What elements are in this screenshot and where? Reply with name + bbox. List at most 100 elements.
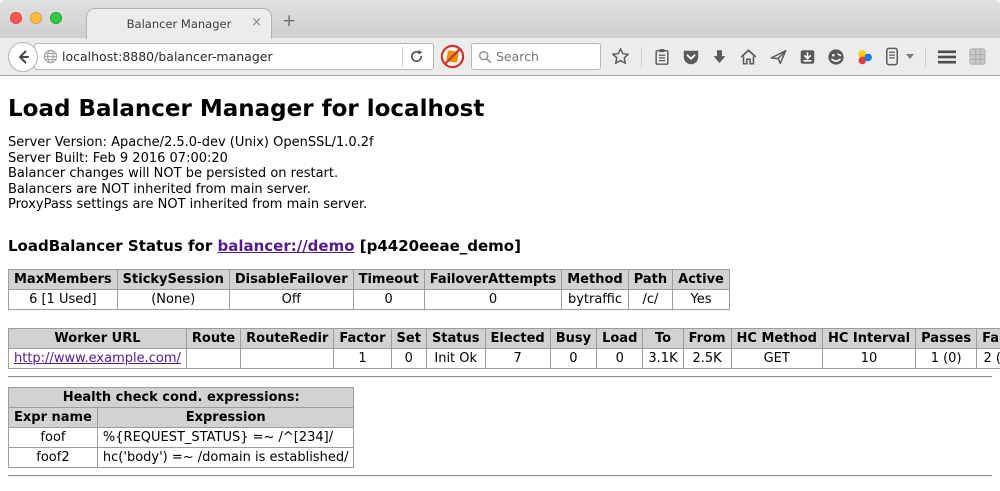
table-cell: 1 (0) — [916, 348, 977, 368]
column-header: Active — [673, 269, 730, 289]
table-cell: foof — [9, 427, 98, 447]
column-header: Timeout — [353, 269, 424, 289]
zoom-window-button[interactable] — [50, 12, 62, 24]
server-built-line: Server Built: Feb 9 2016 07:00:20 — [8, 151, 992, 167]
toolbar-separator — [925, 47, 926, 67]
column-header: From — [683, 328, 731, 348]
column-header: Worker URL — [9, 328, 187, 348]
table-cell: 0 — [550, 348, 596, 368]
table-title: Health check cond. expressions: — [9, 387, 354, 407]
send-plane-icon — [769, 48, 788, 66]
column-header: Method — [562, 269, 628, 289]
download-box-button[interactable] — [799, 48, 816, 66]
status-heading-suffix: [p4420eeae_demo] — [355, 237, 521, 255]
table-cell: (None) — [117, 289, 229, 309]
table-cell: Init Ok — [426, 348, 485, 368]
table-row: foof2hc('body') =~ /domain is establishe… — [9, 447, 354, 467]
table-cell: 2.5K — [683, 348, 731, 368]
clipboard-button[interactable] — [653, 48, 671, 66]
send-tab-button[interactable] — [769, 48, 788, 66]
table-header-row: Expr nameExpression — [9, 407, 354, 427]
url-input[interactable] — [58, 49, 402, 64]
column-header: FailoverAttempts — [424, 269, 562, 289]
home-button[interactable] — [739, 48, 758, 66]
dropdown-caret-icon[interactable] — [906, 54, 914, 59]
table-cell: GET — [731, 348, 822, 368]
balancers-note-line: Balancers are NOT inherited from main se… — [8, 182, 992, 198]
table-cell — [241, 348, 334, 368]
table-cell — [186, 348, 240, 368]
home-icon — [739, 48, 758, 66]
table-cell: 3.1K — [643, 348, 683, 368]
container-icon — [885, 47, 899, 66]
grid-icon — [968, 47, 987, 66]
reload-button[interactable] — [403, 44, 429, 69]
column-header: MaxMembers — [9, 269, 118, 289]
search-input[interactable] — [492, 49, 582, 64]
table-row: foof%{REQUEST_STATUS} =~ /^[234]/ — [9, 427, 354, 447]
plugin-blocked-button[interactable] — [440, 44, 465, 69]
column-header: DisableFailover — [229, 269, 353, 289]
table-cell: 0 — [353, 289, 424, 309]
table-cell: 0 — [391, 348, 426, 368]
page-bottom-divider — [8, 475, 992, 477]
search-icon — [478, 50, 492, 64]
minimize-window-button[interactable] — [30, 12, 42, 24]
table-cell: 2 (0) — [977, 348, 1000, 368]
url-bar[interactable] — [34, 43, 434, 70]
colored-dots-icon — [856, 48, 874, 66]
balancer-demo-link[interactable]: balancer://demo — [217, 237, 354, 255]
bookmark-star-button[interactable] — [611, 47, 630, 66]
back-button[interactable] — [8, 42, 38, 72]
plugin-blocked-icon — [440, 44, 465, 69]
menu-button[interactable] — [937, 49, 957, 65]
balancer-settings-table: MaxMembersStickySessionDisableFailoverTi… — [8, 269, 730, 310]
column-header: Expression — [97, 407, 354, 427]
title-bar: Balancer Manager × + — [0, 0, 1000, 38]
navigation-toolbar — [0, 38, 1000, 76]
new-tab-button[interactable]: + — [282, 13, 296, 30]
page-content: Load Balancer Manager for localhost Serv… — [0, 76, 1000, 477]
health-check-table: Health check cond. expressions:Expr name… — [8, 387, 354, 468]
table-cell: http://www.example.com/ — [9, 348, 187, 368]
tab-groups-button[interactable] — [968, 47, 987, 66]
worker-url-link[interactable]: http://www.example.com/ — [14, 351, 181, 366]
close-window-button[interactable] — [10, 12, 22, 24]
download-box-icon — [799, 48, 816, 66]
browser-tab[interactable]: Balancer Manager × — [86, 8, 272, 39]
table-header-row: Worker URLRouteRouteRedirFactorSetStatus… — [9, 328, 1000, 348]
reload-icon — [409, 49, 424, 64]
clipboard-icon — [653, 48, 671, 66]
smiley-button[interactable] — [827, 48, 845, 66]
browser-window: Balancer Manager × + — [0, 0, 1000, 491]
pocket-button[interactable] — [682, 48, 700, 66]
container-button[interactable] — [885, 47, 899, 66]
table-cell: 0 — [424, 289, 562, 309]
table-cell: 0 — [597, 348, 643, 368]
column-header: Expr name — [9, 407, 98, 427]
menu-icon — [937, 49, 957, 65]
toolbar-separator — [641, 47, 642, 67]
column-header: StickySession — [117, 269, 229, 289]
column-header: Busy — [550, 328, 596, 348]
toolbar-buttons — [611, 47, 987, 67]
downloads-button[interactable] — [711, 48, 728, 66]
colored-dots-button[interactable] — [856, 48, 874, 66]
table-row: http://www.example.com/10Init Ok7003.1K2… — [9, 348, 1000, 368]
table-cell: 1 — [334, 348, 391, 368]
column-header: Set — [391, 328, 426, 348]
table-cell: Off — [229, 289, 353, 309]
column-header: Elected — [485, 328, 550, 348]
pocket-icon — [682, 48, 700, 66]
column-header: Route — [186, 328, 240, 348]
download-arrow-icon — [711, 48, 728, 66]
globe-icon — [43, 49, 58, 64]
table-cell: Yes — [673, 289, 730, 309]
table-cell: 6 [1 Used] — [9, 289, 118, 309]
table-cell: /c/ — [628, 289, 672, 309]
column-header: RouteRedir — [241, 328, 334, 348]
tab-close-icon[interactable]: × — [251, 16, 262, 30]
search-bar[interactable] — [471, 43, 601, 70]
table-cell: %{REQUEST_STATUS} =~ /^[234]/ — [97, 427, 354, 447]
column-header: Status — [426, 328, 485, 348]
